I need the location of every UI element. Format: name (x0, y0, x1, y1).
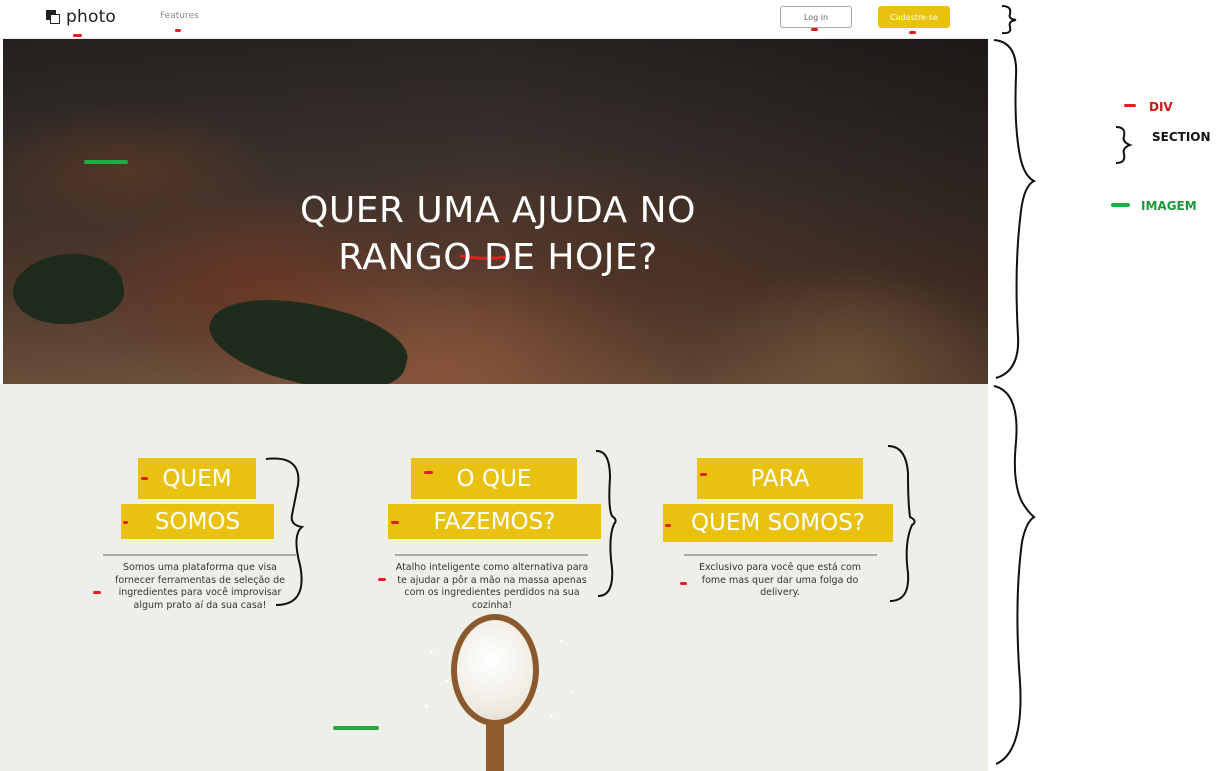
annotation-div-mark (391, 521, 399, 524)
brand[interactable]: photo (46, 7, 116, 27)
feature-2-title-bottom: FAZEMOS? (388, 504, 601, 539)
feature-1-title-top: QUEM (138, 458, 256, 499)
annotation-div-mark (73, 34, 82, 37)
annotation-section-brace-feature1 (265, 457, 305, 606)
annotation-div-mark (700, 473, 707, 476)
navbar: photo Features Log in Cadastre-se (0, 0, 988, 39)
photo-logo-icon (46, 10, 60, 24)
feature-3-text: Exclusivo para você que está com fome ma… (698, 562, 862, 598)
annotation-div-mark (909, 31, 916, 34)
feature-2-title-top: O QUE (411, 458, 577, 499)
legend-image-swatch (1111, 203, 1130, 207)
hero-title: QUER UMA AJUDA NO RANGO DE HOJE? (3, 187, 988, 281)
annotation-section-brace-hero (993, 39, 1037, 379)
signup-button[interactable]: Cadastre-se (878, 6, 950, 28)
feature-3-title-top: PARA (697, 458, 863, 499)
annotation-div-mark (123, 521, 128, 524)
annotation-div-mark (93, 591, 101, 594)
hero-title-line1: QUER UMA AJUDA NO (300, 190, 696, 232)
annotation-div-mark (175, 29, 181, 32)
legend-section-brace-icon (1115, 126, 1133, 164)
legend-section-label: SECTION (1152, 130, 1211, 144)
annotation-div-mark (680, 582, 687, 585)
feature-3-divider (684, 554, 877, 556)
spoon-handle (486, 720, 504, 771)
feature-2-text: Atalho inteligente como alternativa para… (395, 562, 589, 611)
annotation-image-mark (333, 726, 379, 730)
brand-name: photo (66, 7, 117, 27)
annotation-div-mark (811, 28, 818, 31)
feature-1-title-bottom: SOMOS (121, 504, 274, 539)
legend-image-label: IMAGEM (1141, 199, 1197, 213)
annotation-div-mark (141, 477, 148, 480)
annotation-section-brace-features (993, 385, 1036, 765)
annotation-section-brace-feature3 (887, 445, 916, 602)
page-mockup: photo Features Log in Cadastre-se QUER U… (0, 0, 988, 771)
annotation-section-brace-feature2 (595, 450, 617, 597)
hero-basil-leaf (201, 279, 415, 384)
nav-link-features[interactable]: Features (160, 11, 199, 21)
rice-in-spoon (457, 620, 533, 720)
legend-div-label: DIV (1149, 100, 1173, 114)
annotation-div-mark (665, 524, 671, 527)
annotation-div-mark (424, 471, 433, 474)
annotation-section-brace-navbar (1001, 5, 1017, 35)
annotation-div-mark (378, 578, 386, 581)
annotation-image-mark (84, 160, 128, 164)
hero-section: QUER UMA AJUDA NO RANGO DE HOJE? (3, 39, 988, 384)
legend-div-swatch (1124, 104, 1136, 107)
login-button[interactable]: Log in (780, 6, 852, 28)
hero-title-line2: RANGO DE HOJE? (338, 237, 658, 279)
feature-2-divider (395, 554, 588, 556)
feature-3-title-bottom: QUEM SOMOS? (663, 504, 893, 542)
